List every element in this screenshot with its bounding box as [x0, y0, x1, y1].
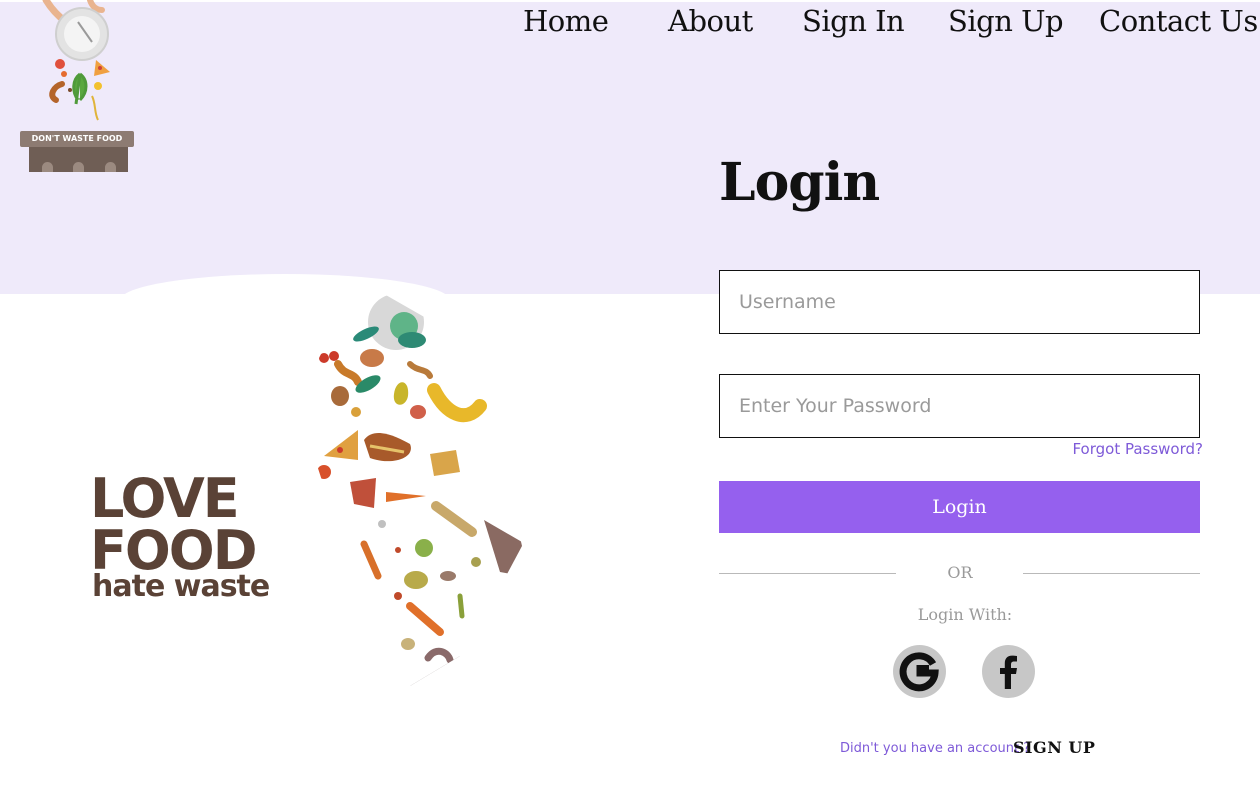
- facebook-login-button[interactable]: [982, 645, 1035, 698]
- login-title: Login: [719, 152, 880, 213]
- nav-about[interactable]: About: [668, 4, 753, 38]
- no-account-text: Didn't you have an account ?: [840, 741, 1031, 756]
- logo-sign: DON'T WASTE FOOD: [20, 131, 134, 147]
- nav-home[interactable]: Home: [523, 4, 609, 38]
- divider-right: [1023, 573, 1200, 574]
- sign-up-link[interactable]: SIGN UP: [1013, 738, 1095, 757]
- top-nav: Home About Sign In Sign Up Contact Us: [0, 4, 1260, 44]
- nav-contact-us[interactable]: Contact Us: [1099, 4, 1258, 38]
- login-with-label: Login With:: [917, 605, 1013, 624]
- nav-sign-in[interactable]: Sign In: [802, 4, 905, 38]
- username-input[interactable]: [719, 270, 1200, 334]
- header-background: [0, 2, 1260, 294]
- logo-stand: [29, 147, 128, 172]
- google-icon: [899, 652, 939, 692]
- love-food-hate-waste-logo: LOVE FOOD hate waste: [90, 466, 270, 606]
- facebook-icon: [1000, 655, 1017, 689]
- password-input[interactable]: [719, 374, 1200, 438]
- google-login-button[interactable]: [893, 645, 946, 698]
- or-label: OR: [947, 563, 973, 582]
- brand-line-love: LOVE: [90, 467, 240, 530]
- login-button[interactable]: Login: [719, 481, 1200, 533]
- falling-food-illustration: [317, 294, 522, 686]
- brand-line-hate-waste: hate waste: [92, 569, 270, 604]
- divider-left: [719, 573, 896, 574]
- nav-sign-up[interactable]: Sign Up: [948, 4, 1064, 38]
- forgot-password-link[interactable]: Forgot Password?: [1072, 440, 1203, 458]
